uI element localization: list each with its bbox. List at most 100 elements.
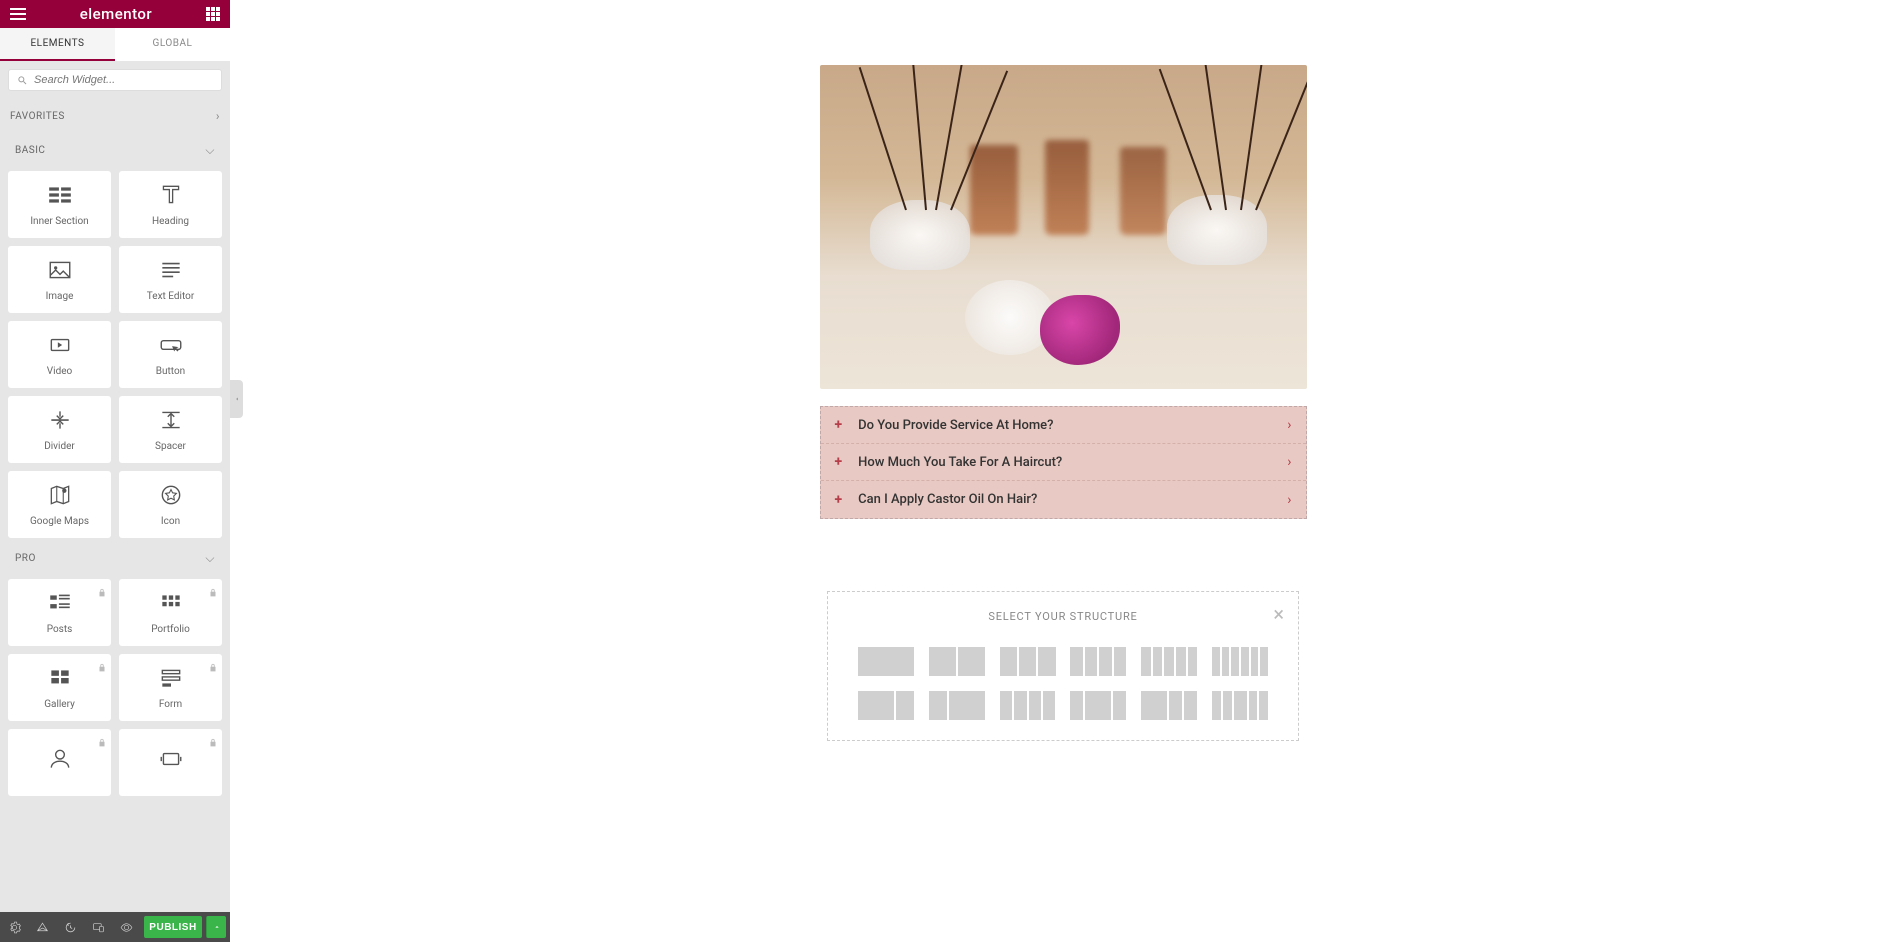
category-favorites[interactable]: FAVORITES › bbox=[0, 99, 230, 133]
widget-label: Heading bbox=[152, 216, 189, 227]
widget-label: Posts bbox=[47, 624, 73, 635]
inner-section-icon bbox=[47, 182, 73, 208]
widget-label: Gallery bbox=[44, 699, 75, 710]
text-editor-icon bbox=[158, 257, 184, 283]
structure-option-2-1[interactable] bbox=[858, 691, 914, 720]
structure-option-3col[interactable] bbox=[1000, 647, 1056, 676]
category-basic[interactable]: BASIC ⌵ bbox=[5, 133, 225, 168]
spacer-icon bbox=[158, 407, 184, 433]
accordion-widget[interactable]: + Do You Provide Service At Home? › + Ho… bbox=[820, 406, 1307, 519]
search-input[interactable] bbox=[34, 74, 213, 86]
lock-icon bbox=[208, 583, 218, 593]
accordion-item[interactable]: + Do You Provide Service At Home? › bbox=[821, 407, 1306, 444]
widget-button[interactable]: Button bbox=[119, 321, 222, 388]
structure-selector: × SELECT YOUR STRUCTURE bbox=[827, 591, 1299, 741]
collapse-sidebar-button[interactable] bbox=[230, 380, 243, 418]
plus-icon: + bbox=[835, 417, 843, 433]
structure-grid bbox=[858, 647, 1268, 720]
preview-button[interactable] bbox=[112, 912, 140, 942]
tab-elements[interactable]: ELEMENTS bbox=[0, 28, 115, 61]
widget-posts[interactable]: Posts bbox=[8, 579, 111, 646]
widget-portfolio[interactable]: Portfolio bbox=[119, 579, 222, 646]
widget-label: Image bbox=[46, 291, 74, 302]
category-pro-label: PRO bbox=[15, 553, 36, 564]
structure-option-2col[interactable] bbox=[929, 647, 985, 676]
widget-gallery[interactable]: Gallery bbox=[8, 654, 111, 721]
widget-label: Divider bbox=[44, 441, 75, 452]
widget-label: Form bbox=[159, 699, 182, 710]
widget-label: Portfolio bbox=[151, 624, 190, 635]
widget-login[interactable] bbox=[8, 729, 111, 796]
slides-icon bbox=[158, 746, 184, 772]
accordion-item[interactable]: + Can I Apply Castor Oil On Hair? › bbox=[821, 481, 1306, 518]
search-widget[interactable] bbox=[8, 69, 222, 91]
chevron-right-icon: › bbox=[1287, 454, 1291, 470]
category-pro[interactable]: PRO ⌵ bbox=[5, 541, 225, 576]
chevron-right-icon: › bbox=[1287, 417, 1291, 433]
publish-dropdown[interactable] bbox=[206, 916, 226, 938]
chevron-right-icon: › bbox=[216, 109, 220, 123]
category-favorites-label: FAVORITES bbox=[10, 111, 65, 122]
pro-widgets-grid: Posts Portfolio Gallery Form bbox=[5, 576, 225, 799]
widget-inner-section[interactable]: Inner Section bbox=[8, 171, 111, 238]
structure-option-1-2-1[interactable] bbox=[1070, 691, 1126, 720]
category-basic-label: BASIC bbox=[15, 145, 45, 156]
image-icon bbox=[47, 257, 73, 283]
divider-icon bbox=[47, 407, 73, 433]
basic-widgets-grid: Inner Section Heading Image Text Editor bbox=[5, 168, 225, 541]
panel-tabs: ELEMENTS GLOBAL bbox=[0, 28, 230, 61]
widget-spacer[interactable]: Spacer bbox=[119, 396, 222, 463]
structure-option-4col[interactable] bbox=[1070, 647, 1126, 676]
menu-icon[interactable] bbox=[10, 8, 26, 20]
widget-divider[interactable]: Divider bbox=[8, 396, 111, 463]
accordion-title: Do You Provide Service At Home? bbox=[858, 418, 1287, 433]
structure-option-1-2[interactable] bbox=[929, 691, 985, 720]
elementor-logo: elementor bbox=[80, 5, 152, 23]
widget-label: Video bbox=[47, 366, 72, 377]
widget-label: Button bbox=[156, 366, 185, 377]
widget-slides[interactable] bbox=[119, 729, 222, 796]
structure-option-5col-b[interactable] bbox=[1212, 691, 1268, 720]
settings-button[interactable] bbox=[0, 912, 28, 942]
widget-form[interactable]: Form bbox=[119, 654, 222, 721]
structure-title: SELECT YOUR STRUCTURE bbox=[858, 610, 1268, 623]
widget-video[interactable]: Video bbox=[8, 321, 111, 388]
widget-icon[interactable]: Icon bbox=[119, 471, 222, 538]
hero-image[interactable] bbox=[820, 65, 1307, 389]
structure-option-5col[interactable] bbox=[1141, 647, 1197, 676]
login-icon bbox=[47, 746, 73, 772]
navigator-button[interactable] bbox=[28, 912, 56, 942]
widget-label: Icon bbox=[161, 516, 180, 527]
widget-google-maps[interactable]: Google Maps bbox=[8, 471, 111, 538]
widget-text-editor[interactable]: Text Editor bbox=[119, 246, 222, 313]
video-icon bbox=[47, 332, 73, 358]
accordion-item[interactable]: + How Much You Take For A Haircut? › bbox=[821, 444, 1306, 481]
close-icon[interactable]: × bbox=[1273, 602, 1284, 626]
widget-label: Inner Section bbox=[30, 216, 88, 227]
chevron-right-icon: › bbox=[1287, 492, 1291, 508]
google-maps-icon bbox=[47, 482, 73, 508]
form-icon bbox=[158, 665, 184, 691]
plus-icon: + bbox=[835, 492, 843, 508]
lock-icon bbox=[97, 583, 107, 593]
widget-label: Google Maps bbox=[30, 516, 89, 527]
lock-icon bbox=[97, 658, 107, 668]
structure-option-1col[interactable] bbox=[858, 647, 914, 676]
history-button[interactable] bbox=[56, 912, 84, 942]
structure-option-2-1-1[interactable] bbox=[1141, 691, 1197, 720]
widget-heading[interactable]: Heading bbox=[119, 171, 222, 238]
responsive-button[interactable] bbox=[84, 912, 112, 942]
lock-icon bbox=[208, 733, 218, 743]
structure-option-4col-b[interactable] bbox=[1000, 691, 1056, 720]
lock-icon bbox=[97, 733, 107, 743]
widget-label: Text Editor bbox=[147, 291, 194, 302]
publish-button[interactable]: PUBLISH bbox=[144, 916, 202, 938]
tab-global[interactable]: GLOBAL bbox=[115, 28, 230, 61]
plus-icon: + bbox=[835, 454, 843, 470]
icon-icon bbox=[158, 482, 184, 508]
widget-image[interactable]: Image bbox=[8, 246, 111, 313]
structure-option-6col[interactable] bbox=[1212, 647, 1268, 676]
editor-canvas[interactable]: + Do You Provide Service At Home? › + Ho… bbox=[230, 0, 1896, 942]
accordion-title: Can I Apply Castor Oil On Hair? bbox=[858, 492, 1287, 507]
apps-grid-icon[interactable] bbox=[206, 7, 220, 21]
